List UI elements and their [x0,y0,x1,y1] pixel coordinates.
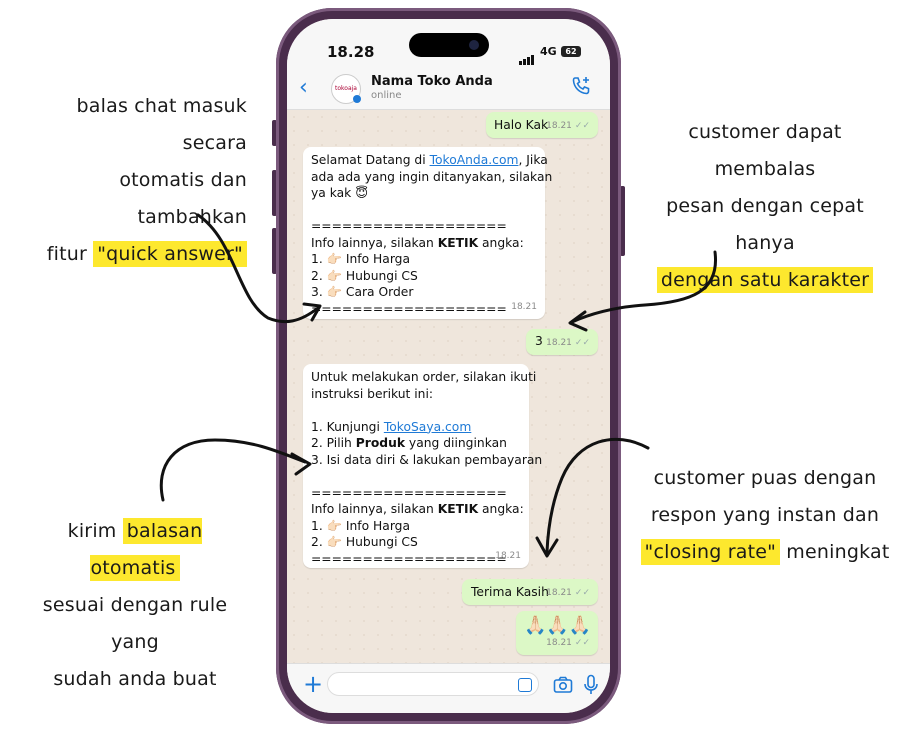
arrow-head [290,452,312,476]
arrow-right-top [570,250,718,324]
annotation-arrows [159,213,718,558]
arrow-right-bottom [545,437,650,554]
arrow-left-top [196,213,320,324]
arrow-left-bottom [159,438,307,502]
